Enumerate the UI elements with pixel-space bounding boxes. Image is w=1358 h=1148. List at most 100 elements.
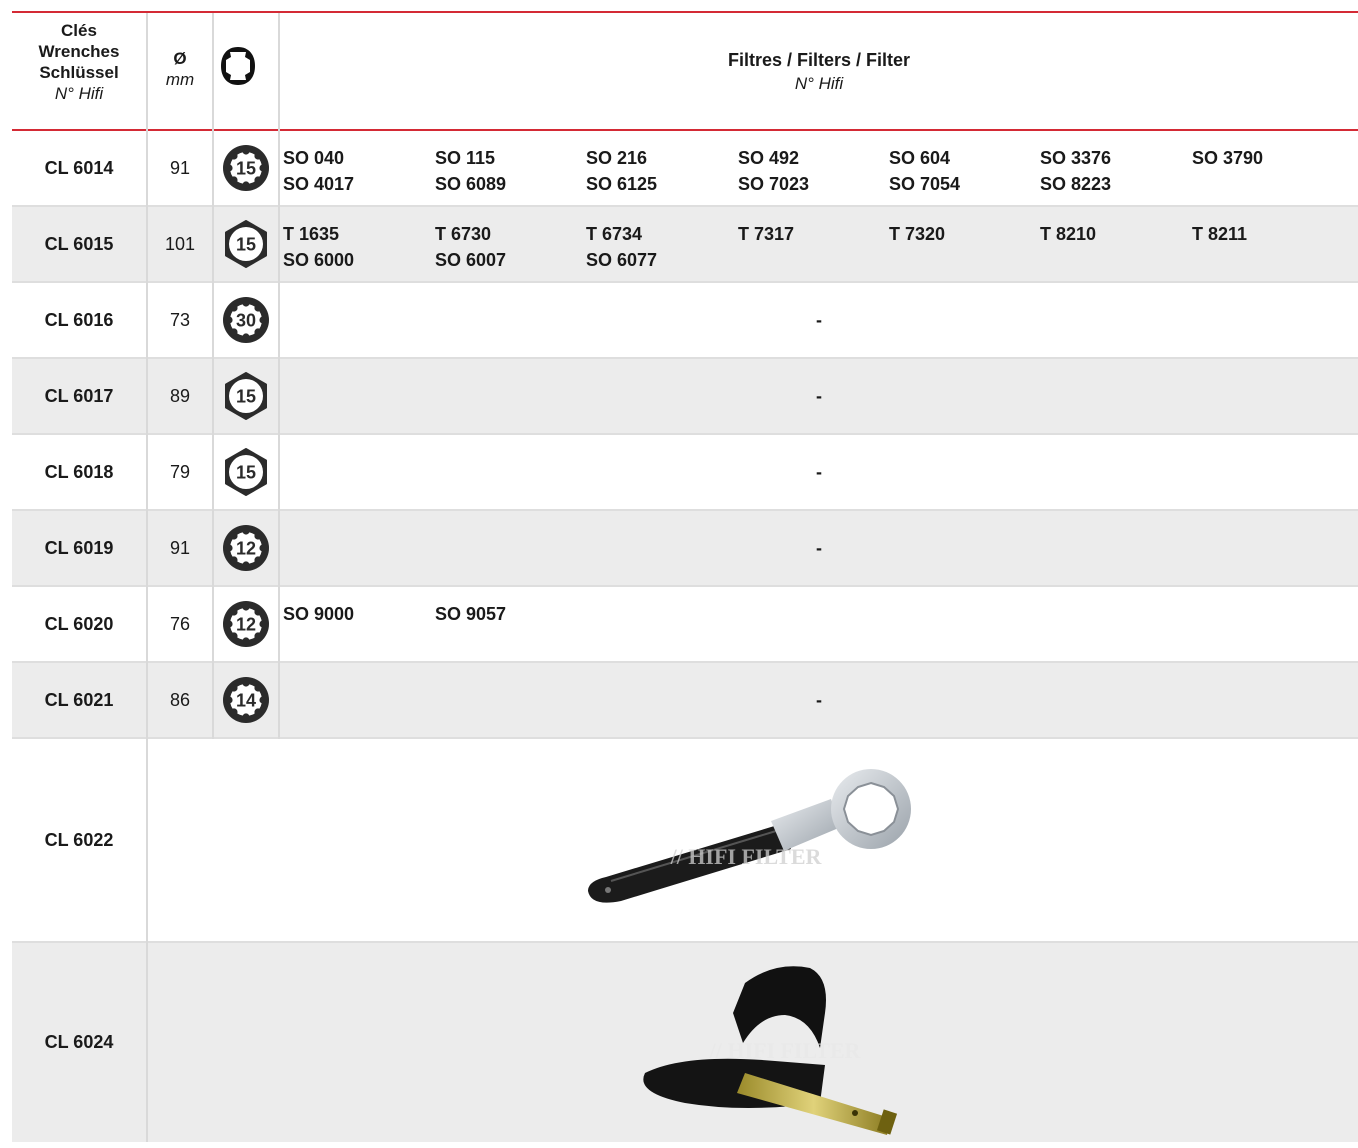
filter-cell: SO 604 SO 7054 bbox=[889, 145, 960, 197]
column-rule-key bbox=[146, 13, 148, 1142]
filter-code: SO 216 bbox=[586, 148, 648, 168]
header-key-en: Wrenches bbox=[38, 42, 120, 61]
column-rule-diameter bbox=[212, 13, 214, 739]
filter-cell: SO 216 SO 6125 bbox=[586, 145, 657, 197]
filter-cell: T 6734 SO 6077 bbox=[586, 221, 657, 273]
filter-cell: T 1635 SO 6000 bbox=[283, 221, 354, 273]
filter-code: SO 040 bbox=[283, 148, 345, 168]
filter-code: SO 6077 bbox=[586, 250, 658, 270]
diameter-value: 91 bbox=[169, 537, 191, 558]
filter-code: SO 115 bbox=[435, 148, 496, 168]
profile-badge: 12 bbox=[214, 587, 278, 661]
diameter-value: 91 bbox=[169, 157, 191, 178]
filter-cell: T 8210 bbox=[1040, 221, 1096, 247]
filter-cell: T 6730 SO 6007 bbox=[435, 221, 506, 273]
svg-text:30: 30 bbox=[236, 311, 256, 331]
wrench-profile-icon bbox=[219, 44, 257, 93]
svg-text:// HIFI FILTER: // HIFI FILTER bbox=[709, 1038, 862, 1063]
header-key-column: Clés Wrenches Schlüssel N° Hifi bbox=[12, 20, 146, 104]
diameter-value: 73 bbox=[169, 309, 191, 330]
wrench-number: CL 6019 bbox=[44, 537, 114, 558]
svg-text:// HIFI FILTER: // HIFI FILTER bbox=[670, 844, 823, 869]
filter-cell: SO 9057 bbox=[435, 601, 506, 627]
filter-cell: SO 9000 bbox=[283, 601, 354, 627]
filter-code: T 7320 bbox=[889, 224, 946, 244]
product-photo: // HIFI FILTER bbox=[566, 769, 946, 924]
svg-text:12: 12 bbox=[236, 539, 256, 559]
header-filters-title: Filtres / Filters / Filter bbox=[727, 50, 911, 70]
profile-badge: 14 bbox=[214, 663, 278, 737]
column-rule-icon bbox=[278, 13, 280, 739]
filter-cell: SO 115 SO 6089 bbox=[435, 145, 506, 197]
diameter-value: 89 bbox=[169, 385, 191, 406]
filter-code: SO 7054 bbox=[889, 174, 961, 194]
splined-badge-icon: 12 bbox=[223, 525, 269, 571]
table-row: CL 6024 // HIFI FILTER bbox=[12, 943, 1358, 1142]
header-diameter-unit: mm bbox=[165, 70, 195, 89]
diameter-value: 86 bbox=[169, 689, 191, 710]
filter-code: SO 6007 bbox=[435, 250, 507, 270]
filter-cell: T 7317 bbox=[738, 221, 794, 247]
profile-badge: 15 bbox=[214, 207, 278, 281]
header-key-fr: Clés bbox=[61, 21, 97, 40]
filter-cell: SO 3790 bbox=[1192, 145, 1263, 171]
filter-code: SO 6125 bbox=[586, 174, 658, 194]
hex-badge-icon: 15 bbox=[225, 372, 267, 420]
profile-badge: 15 bbox=[214, 435, 278, 509]
filter-code: T 1635 bbox=[283, 224, 340, 244]
header-diameter-column: Ø mm bbox=[148, 48, 212, 90]
strap-wrench-photo: // HIFI FILTER bbox=[643, 966, 898, 1135]
filter-code: SO 4017 bbox=[283, 174, 355, 194]
wrench-number: CL 6022 bbox=[44, 829, 114, 850]
diameter-value: 101 bbox=[164, 233, 196, 254]
profile-badge: 12 bbox=[214, 511, 278, 585]
filter-code: T 8211 bbox=[1192, 224, 1248, 244]
no-filters-dash: - bbox=[816, 537, 822, 558]
wrench-number: CL 6024 bbox=[44, 1032, 114, 1052]
no-filters-dash: - bbox=[816, 461, 822, 482]
no-filters-dash: - bbox=[816, 385, 822, 406]
filter-code: SO 6000 bbox=[283, 250, 355, 270]
filter-code: T 6730 bbox=[435, 224, 492, 244]
filter-code: SO 3376 bbox=[1040, 148, 1112, 168]
splined-badge-icon: 14 bbox=[223, 677, 269, 723]
header-key-de: Schlüssel bbox=[39, 63, 119, 82]
wrench-number: CL 6016 bbox=[44, 309, 114, 330]
no-filters-dash: - bbox=[816, 309, 822, 330]
filter-code: T 7317 bbox=[738, 224, 795, 244]
svg-text:14: 14 bbox=[236, 691, 256, 711]
header-filters-sub: N° Hifi bbox=[794, 74, 844, 93]
filter-code: SO 3790 bbox=[1192, 148, 1264, 168]
no-filters-dash: - bbox=[816, 689, 822, 710]
splined-badge-icon: 15 bbox=[223, 145, 269, 191]
svg-text:15: 15 bbox=[236, 235, 256, 255]
profile-badge: 15 bbox=[214, 131, 278, 205]
filter-cell: SO 3376 SO 8223 bbox=[1040, 145, 1111, 197]
filter-cell: T 7320 bbox=[889, 221, 945, 247]
filter-cell: SO 492 SO 7023 bbox=[738, 145, 809, 197]
splined-badge-icon: 30 bbox=[223, 297, 269, 343]
filter-code: SO 9000 bbox=[283, 604, 355, 624]
filter-cell: SO 040 SO 4017 bbox=[283, 145, 354, 197]
filter-code: SO 7023 bbox=[738, 174, 810, 194]
svg-text:15: 15 bbox=[236, 159, 256, 179]
diameter-value: 76 bbox=[169, 613, 191, 634]
profile-badge: 30 bbox=[214, 283, 278, 357]
filter-code: SO 8223 bbox=[1040, 174, 1112, 194]
splined-badge-icon: 12 bbox=[223, 601, 269, 647]
ring-wrench-photo: // HIFI FILTER bbox=[588, 769, 911, 903]
svg-text:12: 12 bbox=[236, 615, 256, 635]
header-key-sub: N° Hifi bbox=[54, 84, 104, 103]
filter-code: SO 604 bbox=[889, 148, 951, 168]
filter-code: SO 9057 bbox=[435, 604, 507, 624]
svg-text:15: 15 bbox=[236, 463, 256, 483]
wrench-number: CL 6014 bbox=[44, 157, 114, 178]
svg-text:15: 15 bbox=[236, 387, 256, 407]
hex-badge-icon: 15 bbox=[225, 448, 267, 496]
wrench-number: CL 6021 bbox=[44, 689, 114, 710]
header-filters-column: Filtres / Filters / Filter N° Hifi bbox=[280, 49, 1358, 95]
filter-code: T 8210 bbox=[1040, 224, 1097, 244]
wrench-table-page: Clés Wrenches Schlüssel N° Hifi Ø mm Fil… bbox=[0, 0, 1358, 1142]
wrench-number: CL 6018 bbox=[44, 461, 114, 482]
hex-badge-icon: 15 bbox=[225, 220, 267, 268]
